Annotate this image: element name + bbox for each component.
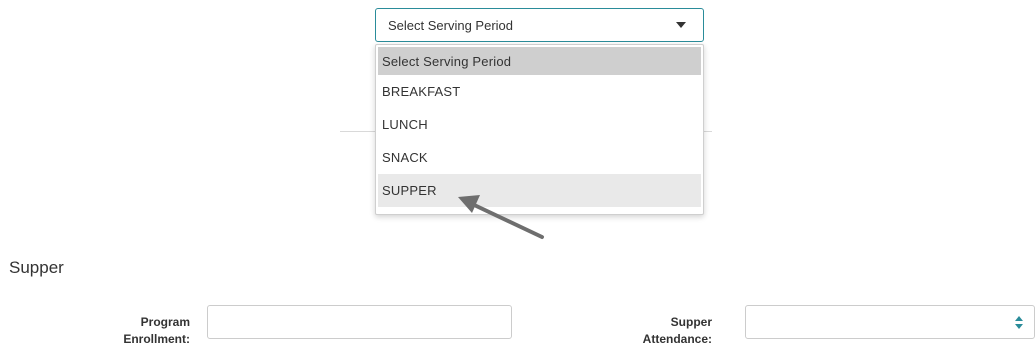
- spinner-arrows-icon[interactable]: [1012, 310, 1026, 334]
- supper-attendance-input[interactable]: [745, 305, 1035, 339]
- program-enrollment-label: Program Enrollment:: [123, 315, 190, 346]
- page: Select Serving Period Select Serving Per…: [0, 0, 1035, 349]
- option-lunch[interactable]: LUNCH: [378, 108, 701, 141]
- spinner-down-icon[interactable]: [1015, 323, 1023, 329]
- arrow-pointer-icon: [458, 195, 544, 239]
- option-breakfast[interactable]: BREAKFAST: [378, 75, 701, 108]
- supper-attendance-label: Supper Attendance:: [642, 315, 712, 346]
- chevron-down-icon[interactable]: [659, 9, 703, 41]
- serving-period-selected-value: Select Serving Period: [388, 17, 514, 33]
- option-snack[interactable]: SNACK: [378, 141, 701, 174]
- option-select-serving-period[interactable]: Select Serving Period: [378, 47, 701, 75]
- program-enrollment-input[interactable]: [207, 305, 512, 339]
- serving-period-select[interactable]: Select Serving Period: [375, 8, 704, 42]
- spinner-up-icon[interactable]: [1015, 315, 1023, 321]
- section-title: Supper: [9, 258, 64, 277]
